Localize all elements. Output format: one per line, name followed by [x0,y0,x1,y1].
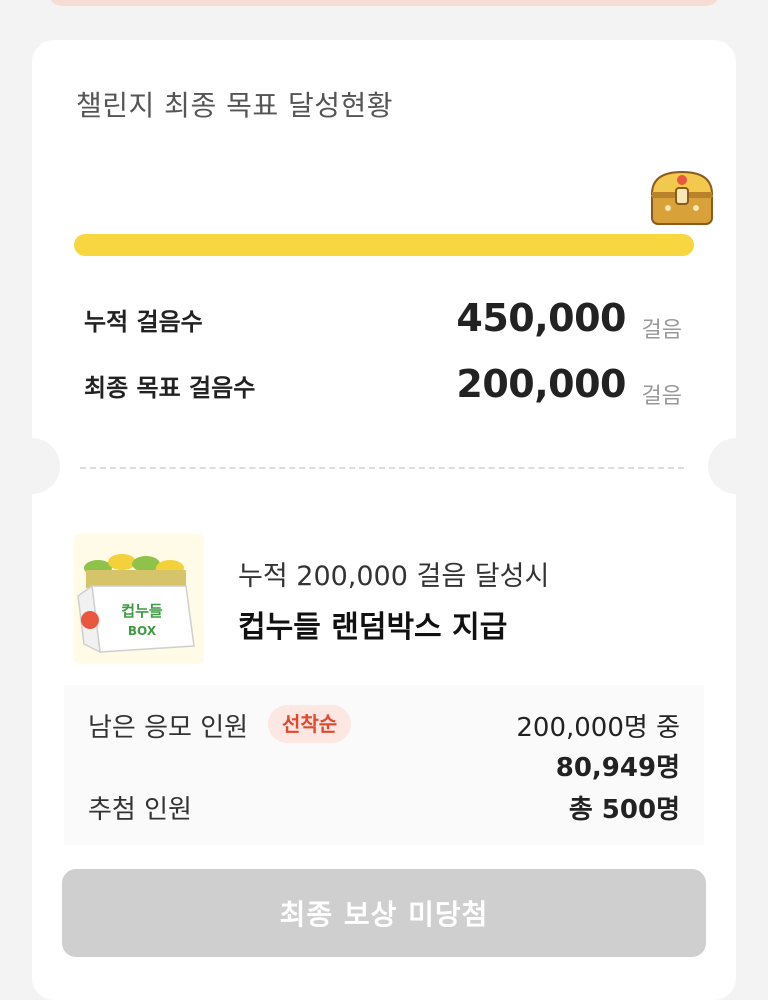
final-reward-status-button[interactable]: 최종 보상 미당첨 [62,869,706,957]
box-brand-text: 컵누들 [121,602,163,620]
goal-progress-bar [74,234,694,256]
prize-title: 컵누들 랜덤박스 지급 [238,610,508,645]
treasure-chest-icon [646,168,718,228]
challenge-goal-card: 챌린지 최종 목표 달성현황 누적 걸음수 450,000 걸음 최종 목표 걸… [4,40,764,1000]
ticket-notch-right [708,438,764,494]
remaining-entries-total: 200,000명 중 [516,713,680,743]
accumulated-steps-label: 누적 걸음수 [84,308,203,336]
cup-noodle-box-image: 컵누들 BOX [74,534,204,664]
entry-info-box: 남은 응모 인원 선착순 200,000명 중 80,949명 추첨 인원 총 … [64,685,704,845]
ticket-notch-left [4,438,60,494]
card-title: 챌린지 최종 목표 달성현황 [76,89,394,122]
accumulated-steps-unit: 걸음 [641,318,682,343]
remaining-entries-label: 남은 응모 인원 [88,713,249,743]
box-sub-text: BOX [128,624,157,638]
winners-label: 추첨 인원 [88,795,192,825]
first-come-badge: 선착순 [268,705,352,743]
previous-card-edge [48,0,720,6]
prize-condition-text: 누적 200,000 걸음 달성시 [238,561,550,592]
goal-steps-unit: 걸음 [641,384,682,409]
goal-steps-value: 200,000 [456,362,626,406]
goal-progress-fill [74,234,694,256]
goal-steps-label: 최종 목표 걸음수 [84,374,256,402]
remaining-entries-count: 80,949명 [555,753,680,783]
dashed-divider [80,467,684,469]
winners-count: 총 500명 [568,795,680,825]
accumulated-steps-value: 450,000 [456,296,626,340]
